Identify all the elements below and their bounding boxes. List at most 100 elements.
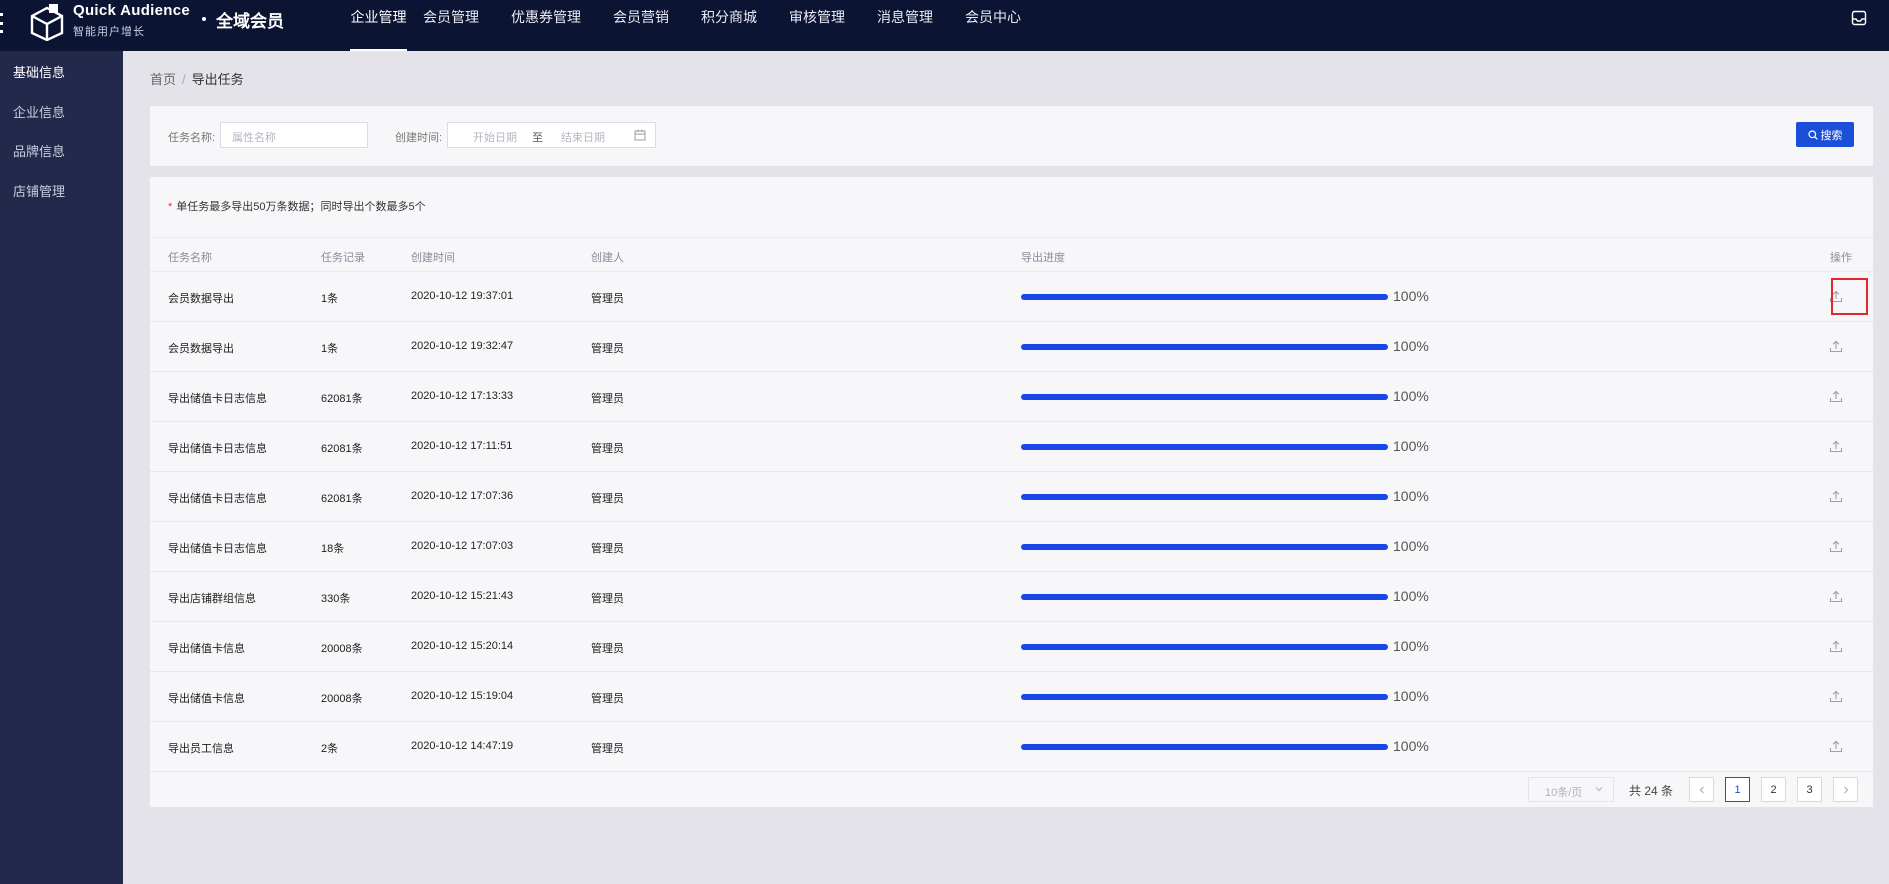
inbox-icon[interactable]: [1851, 10, 1867, 26]
cell-task-records: 62081条: [321, 493, 363, 505]
search-button-label: 搜索: [1820, 129, 1843, 142]
cell-task-name: 导出储值卡信息: [168, 643, 245, 655]
upload-icon[interactable]: [1829, 689, 1843, 703]
end-date-placeholder: 结束日期: [561, 132, 605, 144]
breadcrumb-separator: /: [182, 72, 186, 87]
cell-created-time: 2020-10-12 15:21:43: [411, 590, 514, 602]
progress-bar: [1021, 694, 1388, 700]
progress-percent: 100%: [1393, 638, 1429, 654]
task-name-placeholder: 属性名称: [232, 132, 276, 144]
progress-percent: 100%: [1393, 488, 1429, 504]
cell-task-records: 1条: [321, 293, 339, 305]
cell-creator: 管理员: [591, 693, 624, 705]
upload-icon[interactable]: [1829, 639, 1843, 653]
upload-icon[interactable]: [1829, 389, 1843, 403]
table-row: 导出储值卡信息 20008条 2020-10-12 15:19:04 管理员 100%: [150, 672, 1873, 722]
upload-icon[interactable]: [1829, 539, 1843, 553]
task-name-input[interactable]: 属性名称: [220, 122, 368, 148]
cell-task-name: 导出员工信息: [168, 743, 234, 755]
page-size-select[interactable]: 10条/页: [1528, 777, 1614, 802]
highlight-box: [1831, 278, 1868, 315]
column-creator: 创建人: [591, 252, 624, 264]
progress-bar: [1021, 744, 1388, 750]
search-button[interactable]: 搜索: [1796, 122, 1854, 147]
progress-percent: 100%: [1393, 738, 1429, 754]
total-count: 共 24 条: [1629, 784, 1674, 798]
sidebar-item-brand-info[interactable]: 品牌信息: [13, 141, 65, 160]
cell-creator: 管理员: [591, 343, 624, 355]
product-dot: [202, 17, 206, 21]
prev-page-button[interactable]: [1689, 777, 1714, 802]
table-row: 导出储值卡日志信息 62081条 2020-10-12 17:11:51 管理员 100…: [150, 422, 1873, 472]
product-name: 全域会员: [216, 12, 284, 31]
topnav-item[interactable]: 积分商城: [685, 0, 773, 51]
page-button-1[interactable]: 1: [1725, 777, 1750, 802]
sidebar-item-basic-info[interactable]: 基础信息: [13, 62, 65, 81]
topnav-item[interactable]: 消息管理: [861, 0, 949, 51]
progress-bar: [1021, 494, 1388, 500]
cell-task-name: 导出储值卡日志信息: [168, 393, 267, 405]
progress-percent: 100%: [1393, 338, 1429, 354]
topnav-item[interactable]: 优惠券管理: [495, 0, 597, 51]
column-task-name: 任务名称: [168, 252, 212, 264]
breadcrumb-home[interactable]: 首页: [150, 72, 176, 87]
next-page-button[interactable]: [1833, 777, 1858, 802]
sidebar-item-store-management[interactable]: 店铺管理: [13, 181, 65, 200]
cell-created-time: 2020-10-12 17:07:36: [411, 490, 514, 502]
topnav-item[interactable]: 企业管理: [350, 0, 407, 51]
sidebar: 基础信息 企业信息 品牌信息 店铺管理: [0, 51, 123, 884]
cell-task-name: 会员数据导出: [168, 343, 234, 355]
cell-task-records: 62081条: [321, 443, 363, 455]
menu-grip-icon[interactable]: [0, 13, 4, 33]
date-range-picker[interactable]: 开始日期 至 结束日期: [447, 122, 656, 148]
cell-created-time: 2020-10-12 19:32:47: [411, 340, 514, 352]
upload-icon[interactable]: [1829, 739, 1843, 753]
chevron-left-icon: [1699, 786, 1704, 793]
topnav-item[interactable]: 会员营销: [597, 0, 685, 51]
table-row: 导出店铺群组信息 330条 2020-10-12 15:21:43 管理员 100%: [150, 572, 1873, 622]
column-task-records: 任务记录: [321, 252, 365, 264]
cell-task-name: 导出储值卡日志信息: [168, 443, 267, 455]
progress-percent: 100%: [1393, 538, 1429, 554]
cell-task-name: 导出储值卡日志信息: [168, 493, 267, 505]
cell-created-time: 2020-10-12 17:07:03: [411, 540, 514, 552]
topnav-item[interactable]: 审核管理: [773, 0, 861, 51]
cell-task-name: 导出储值卡信息: [168, 693, 245, 705]
cell-task-records: 1条: [321, 343, 339, 355]
topnav-item[interactable]: 会员中心: [949, 0, 1037, 51]
upload-icon[interactable]: [1829, 339, 1843, 353]
page-button-2[interactable]: 2: [1761, 777, 1786, 802]
progress-percent: 100%: [1393, 688, 1429, 704]
page-button-3[interactable]: 3: [1797, 777, 1822, 802]
chevron-right-icon: [1843, 786, 1848, 793]
task-name-label: 任务名称:: [168, 132, 216, 144]
table-row: 会员数据导出 1条 2020-10-12 19:32:47 管理员 100%: [150, 322, 1873, 372]
breadcrumb: 首页 / 导出任务: [150, 69, 244, 88]
cell-task-records: 18条: [321, 543, 345, 555]
upload-icon[interactable]: [1829, 489, 1843, 503]
table-row: 导出员工信息 2条 2020-10-12 14:47:19 管理员 100%: [150, 722, 1873, 772]
cell-task-name: 导出储值卡日志信息: [168, 543, 267, 555]
upload-icon[interactable]: [1829, 439, 1843, 453]
progress-bar: [1021, 344, 1388, 350]
topnav-item[interactable]: 会员管理: [407, 0, 495, 51]
progress-percent: 100%: [1393, 388, 1429, 404]
cell-creator: 管理员: [591, 743, 624, 755]
progress-percent: 100%: [1393, 288, 1429, 304]
calendar-icon: [634, 129, 646, 141]
progress-bar: [1021, 644, 1388, 650]
table-row: 导出储值卡信息 20008条 2020-10-12 15:20:14 管理员 100%: [150, 622, 1873, 672]
search-icon: [1807, 129, 1818, 140]
progress-bar: [1021, 594, 1388, 600]
export-limit-notice: * 单任务最多导出50万条数据；同时导出个数最多5个: [168, 198, 426, 214]
start-date-placeholder: 开始日期: [473, 132, 517, 144]
progress-percent: 100%: [1393, 588, 1429, 604]
upload-icon[interactable]: [1829, 589, 1843, 603]
sidebar-item-company-info[interactable]: 企业信息: [13, 102, 65, 121]
column-created-time: 创建时间: [411, 252, 455, 264]
cell-created-time: 2020-10-12 17:11:51: [411, 440, 513, 452]
cell-task-name: 会员数据导出: [168, 293, 234, 305]
table-row: 会员数据导出 1条 2020-10-12 19:37:01 管理员 100%: [150, 272, 1873, 322]
progress-bar: [1021, 444, 1388, 450]
column-actions: 操作: [1830, 252, 1852, 264]
